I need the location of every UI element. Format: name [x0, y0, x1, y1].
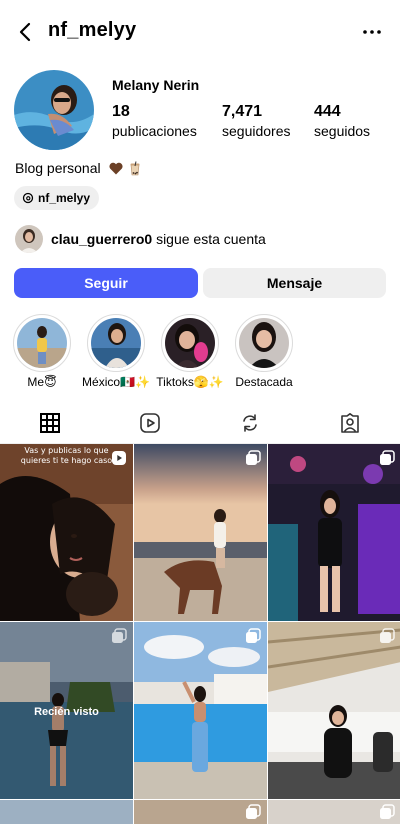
repost-icon [243, 414, 257, 432]
post-thumbnail[interactable]: Recién visto [0, 622, 133, 799]
post-thumbnail[interactable] [268, 622, 400, 799]
profile-tabs [0, 402, 400, 445]
carousel-icon [112, 628, 127, 643]
posts-count-label: publicaciones [112, 123, 197, 139]
carousel-icon [380, 804, 395, 819]
reels-icon [140, 413, 160, 433]
profile-full-name: Melany Nerin [112, 77, 200, 93]
highlight-mexico[interactable]: México🇲🇽✨ [82, 314, 150, 389]
following-count[interactable]: 444 seguidos [314, 102, 370, 140]
tagged-person-icon [341, 413, 359, 433]
carousel-icon [246, 804, 261, 819]
posts-count: 18 publicaciones [112, 102, 197, 140]
following-count-value: 444 [314, 103, 341, 120]
grid-icon [40, 413, 60, 433]
carousel-icon [380, 628, 395, 643]
post-image [268, 444, 400, 621]
post-thumbnail[interactable] [268, 800, 400, 824]
highlight-ring [87, 314, 145, 372]
highlight-tiktoks[interactable]: Tiktoks🫣✨ [156, 314, 224, 389]
post-image [268, 622, 400, 799]
carousel-icon [380, 450, 395, 465]
top-bar: nf_melyy [0, 0, 400, 64]
highlight-label: Me😇 [27, 375, 57, 389]
followers-count-value: 7,471 [222, 103, 263, 120]
highlight-label: Destacada [235, 375, 293, 389]
brown-heart-icon [108, 162, 123, 175]
chevron-left-icon[interactable] [14, 20, 38, 44]
follower-avatar [15, 225, 43, 253]
posts-count-value: 18 [112, 103, 130, 120]
post-image [0, 444, 133, 621]
bio-text: Blog personal [15, 160, 101, 176]
highlight-thumbnail [165, 318, 215, 368]
recently-seen-label: Recién visto [34, 706, 99, 718]
post-image [0, 800, 133, 824]
followed-by-text: clau_guerrero0 sigue esta cuenta [51, 231, 266, 247]
reel-icon [112, 451, 126, 465]
tab-reposts[interactable] [200, 402, 300, 444]
post-thumbnail[interactable] [134, 622, 267, 799]
threads-link-chip[interactable]: nf_melyy [14, 186, 100, 210]
followers-count[interactable]: 7,471 seguidores [222, 102, 291, 140]
highlight-thumbnail [239, 318, 289, 368]
post-thumbnail[interactable] [0, 800, 133, 824]
tab-grid[interactable] [0, 402, 100, 445]
highlight-destacada[interactable]: Destacada [234, 314, 294, 389]
carousel-icon [246, 628, 261, 643]
highlight-thumbnail [17, 318, 67, 368]
profile-bio: Blog personal [15, 158, 141, 178]
follower-name: clau_guerrero0 [51, 231, 153, 247]
bubble-tea-icon [130, 161, 140, 176]
highlight-label: México🇲🇽✨ [82, 375, 150, 389]
post-thumbnail[interactable] [134, 800, 267, 824]
tab-reels[interactable] [100, 402, 200, 444]
threads-handle: nf_melyy [38, 191, 91, 205]
following-count-label: seguidos [314, 123, 371, 139]
followers-count-label: seguidores [222, 123, 291, 139]
tab-tagged[interactable] [300, 402, 400, 444]
highlight-thumbnail [91, 318, 141, 368]
post-thumbnail[interactable] [268, 444, 400, 621]
highlight-ring [161, 314, 219, 372]
carousel-icon [246, 450, 261, 465]
message-button[interactable]: Mensaje [203, 268, 386, 298]
post-image [134, 444, 267, 621]
highlight-label: Tiktoks🫣✨ [156, 375, 224, 389]
followed-by-suffix: sigue esta cuenta [156, 231, 266, 247]
highlight-ring [235, 314, 293, 372]
followed-by-row[interactable]: clau_guerrero0 sigue esta cuenta [15, 224, 266, 254]
profile-avatar[interactable] [14, 70, 94, 150]
threads-icon [22, 192, 34, 204]
post-thumbnail[interactable]: Vas y publicas lo que quieres ti te hago… [0, 444, 133, 621]
post-thumbnail[interactable] [134, 444, 267, 621]
highlight-ring [13, 314, 71, 372]
highlight-me[interactable]: Me😇 [12, 314, 72, 389]
more-horizontal-icon[interactable] [360, 20, 384, 44]
follow-button[interactable]: Seguir [14, 268, 198, 298]
post-image [134, 622, 267, 799]
profile-username: nf_melyy [48, 19, 137, 41]
